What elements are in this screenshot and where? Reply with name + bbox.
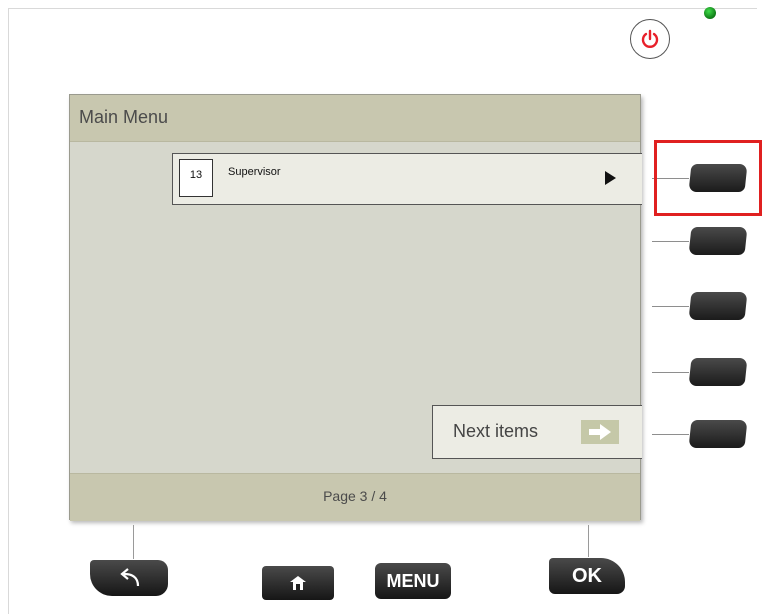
power-icon [641,29,659,48]
menu-button[interactable]: MENU [375,563,451,599]
ok-button[interactable]: OK [549,558,625,594]
softkey-connector [652,372,689,373]
device-screen: Main Menu 13 Supervisor Next items Page … [69,94,642,521]
submenu-arrow-icon [605,171,616,185]
next-items-button[interactable]: Next items [432,405,642,459]
menu-item-supervisor[interactable]: 13 Supervisor [172,153,642,205]
screen-header: Main Menu [70,95,640,142]
home-icon [290,576,306,590]
page-title: Main Menu [79,107,169,127]
power-button[interactable] [630,19,670,59]
softkey-connector [652,241,689,242]
page-indicator: Page 3 / 4 [323,488,387,504]
softkey-4[interactable] [688,358,748,386]
status-led [704,7,716,19]
ok-connector [588,525,589,557]
back-arrow-icon [120,568,140,587]
screen-footer: Page 3 / 4 [70,473,640,521]
softkey-3[interactable] [688,292,748,320]
device-frame-left [8,8,9,614]
device-frame-top [8,8,757,9]
next-items-label: Next items [453,421,539,441]
right-arrow-icon [581,420,619,444]
home-button[interactable] [262,566,334,600]
softkey-2[interactable] [688,227,748,255]
softkey-connector [652,306,689,307]
back-button[interactable] [90,560,168,596]
softkey-connector [652,434,689,435]
back-connector [133,525,134,559]
menu-item-number: 13 [179,159,213,197]
highlight-box [654,140,762,216]
softkey-5[interactable] [688,420,748,448]
menu-item-label: Supervisor [228,166,281,178]
